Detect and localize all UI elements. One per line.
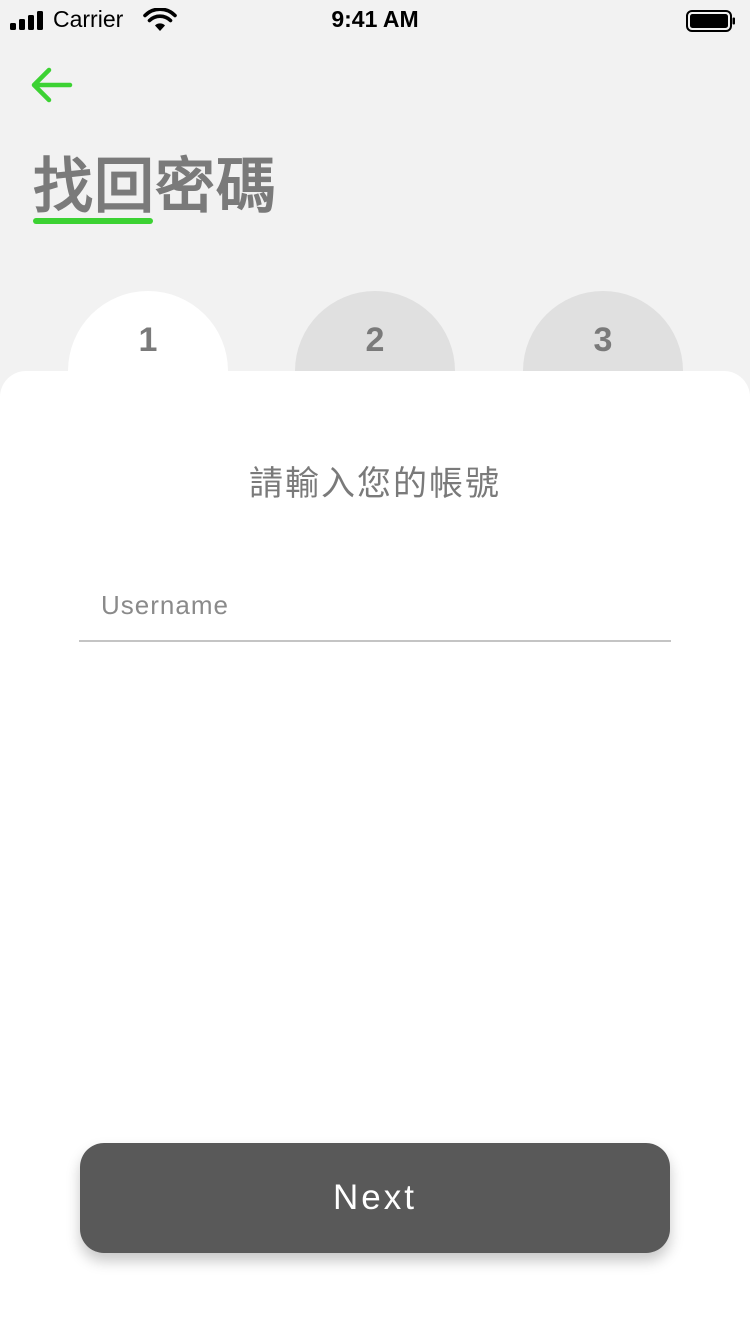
- arrow-left-icon: [31, 67, 73, 103]
- instruction-text: 請輸入您的帳號: [249, 465, 501, 503]
- battery-icon: [686, 10, 735, 32]
- back-button[interactable]: [26, 62, 78, 108]
- status-time: 9:41 AM: [331, 6, 419, 32]
- title-underline: [33, 218, 153, 224]
- forgot-password-screen: Carrier 9:41 AM 找回密碼 1 2 3 請輸入您的帳號 Next: [0, 0, 750, 1334]
- next-button[interactable]: Next: [80, 1143, 670, 1253]
- page-title: 找回密碼: [33, 153, 277, 220]
- status-bar: Carrier 9:41 AM: [0, 0, 750, 40]
- username-input[interactable]: [79, 570, 671, 642]
